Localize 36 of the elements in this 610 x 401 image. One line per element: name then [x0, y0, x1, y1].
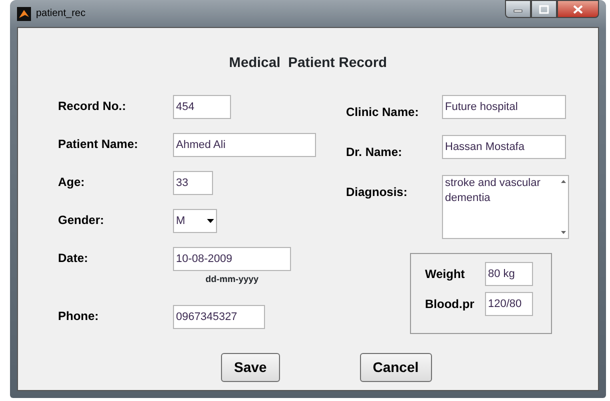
input-field[interactable]: 0967345327	[173, 305, 265, 329]
input-field[interactable]: Hassan Mostafa	[442, 135, 566, 159]
input-field[interactable]: 80 kg	[485, 262, 533, 286]
input-field[interactable]: Ahmed Ali	[173, 133, 316, 157]
text-area[interactable]: stroke and vascular dementia	[442, 175, 569, 239]
input-field[interactable]: 454	[173, 95, 231, 119]
input-field[interactable]: Future hospital	[442, 95, 566, 119]
maximize-button[interactable]	[531, 0, 557, 18]
field-label: Dr. Name:	[346, 144, 404, 161]
format-hint: dd-mm-yyyy	[204, 273, 260, 286]
app-icon	[17, 6, 31, 20]
scroll-down-icon[interactable]	[560, 231, 566, 234]
field-label: Weight	[425, 266, 466, 283]
field-label: Age:	[58, 174, 86, 191]
field-label: Blood.pr	[425, 296, 476, 313]
field-label: Date:	[58, 250, 90, 267]
save-button[interactable]: Save	[221, 353, 280, 382]
gender-dropdown[interactable]: M	[173, 209, 217, 233]
window-title: patient_rec	[36, 7, 86, 21]
field-label: Phone:	[58, 308, 100, 325]
minimize-button[interactable]	[505, 0, 531, 18]
input-field[interactable]: 10-08-2009	[173, 247, 291, 271]
close-button[interactable]	[557, 0, 599, 18]
input-field[interactable]: 33	[173, 171, 213, 195]
cancel-button[interactable]: Cancel	[360, 353, 432, 382]
form-heading: Medical Patient Record	[228, 53, 388, 72]
field-label: Gender:	[58, 212, 106, 229]
field-label: Diagnosis:	[346, 184, 408, 201]
maximize-icon	[539, 4, 549, 14]
field-label: Patient Name:	[58, 136, 140, 153]
close-icon	[573, 4, 583, 14]
field-label: Record No.:	[58, 98, 128, 115]
input-field[interactable]: 120/80	[485, 292, 533, 316]
caret-icon	[207, 219, 214, 223]
scroll-up-icon[interactable]	[560, 180, 566, 183]
field-label: Clinic Name:	[346, 104, 420, 121]
